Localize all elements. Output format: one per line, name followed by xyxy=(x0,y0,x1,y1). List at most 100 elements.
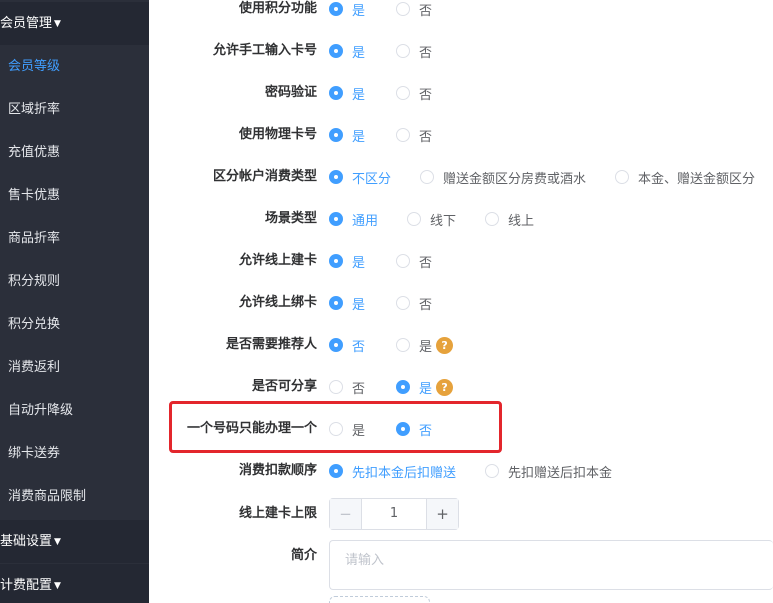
radio-label: 是 xyxy=(352,297,366,313)
radio-no[interactable]: 否 xyxy=(396,126,432,145)
radio-circle xyxy=(396,86,411,100)
radio-gift-room-or-drinks[interactable]: 赠送金额区分房费或酒水 xyxy=(420,168,586,187)
sidebar-item-points-exchange[interactable]: 积分兑换 xyxy=(0,303,149,346)
form-row-manual-card-input: 允许手工输入卡号 是 否 xyxy=(149,30,773,72)
radio-group: 先扣本金后扣赠送 先扣赠送后扣本金 xyxy=(329,450,612,492)
radio-gift-first[interactable]: 先扣赠送后扣本金 xyxy=(485,462,612,481)
radio-circle xyxy=(485,212,500,226)
sidebar-item-consumption-rebate[interactable]: 消费返利 xyxy=(0,346,149,389)
radio-no[interactable]: 否 xyxy=(396,294,432,313)
radio-yes[interactable]: 是 xyxy=(329,84,365,103)
question-mark-icon[interactable]: ? xyxy=(436,336,454,354)
radio-label: 是 xyxy=(352,423,366,439)
radio-no-distinction[interactable]: 不区分 xyxy=(329,168,391,187)
form-label: 密码验证 xyxy=(264,85,317,100)
form-row-scene-type: 场景类型 通用 线下 线上 xyxy=(149,198,773,240)
sidebar-item-area-discount[interactable]: 区域折率 xyxy=(0,88,149,131)
form-row-deduction-order: 消费扣款顺序 先扣本金后扣赠送 先扣赠送后扣本金 xyxy=(149,450,773,492)
sidebar-item-recharge-offer[interactable]: 充值优惠 xyxy=(0,131,149,174)
radio-yes[interactable]: 是 xyxy=(396,378,432,397)
radio-yes[interactable]: 是 xyxy=(329,252,365,271)
radio-no[interactable]: 否 xyxy=(396,420,432,439)
radio-label: 本金、赠送金额区分 xyxy=(638,171,756,187)
decrement-button[interactable]: − xyxy=(330,499,362,529)
radio-no[interactable]: 否 xyxy=(396,252,432,271)
radio-circle xyxy=(329,212,343,226)
radio-yes[interactable]: 是 xyxy=(396,336,432,355)
sidebar-item-product-discount[interactable]: 商品折率 xyxy=(0,217,149,260)
radio-circle xyxy=(329,128,343,142)
radio-group: 是 否 xyxy=(329,72,432,114)
radio-label: 不区分 xyxy=(352,171,392,187)
sidebar-item-auto-level[interactable]: 自动升降级 xyxy=(0,389,149,432)
radio-label: 是 xyxy=(419,381,433,397)
sidebar-item-bind-card-coupon[interactable]: 绑卡送券 xyxy=(0,432,149,475)
member-settings-form: 使用积分功能 是 否 允许手工输入卡号 是 否 密码验证 是 否 使用物理卡号 … xyxy=(149,0,773,603)
radio-label: 否 xyxy=(419,255,433,271)
sidebar-item-member-level[interactable]: 会员等级 xyxy=(0,45,149,88)
radio-circle xyxy=(485,464,500,478)
radio-label: 线上 xyxy=(508,213,535,229)
radio-label: 是 xyxy=(352,3,366,19)
sidebar: 会员管理 ▼ 会员等级 区域折率 充值优惠 售卡优惠 商品折率 积分规则 积分兑换… xyxy=(0,0,149,603)
radio-label: 是 xyxy=(352,87,366,103)
radio-general[interactable]: 通用 xyxy=(329,210,378,229)
radio-yes[interactable]: 是 xyxy=(329,294,365,313)
sidebar-item-label: 消费返利 xyxy=(8,360,61,375)
sidebar-item-label: 商品折率 xyxy=(8,231,61,246)
radio-circle xyxy=(329,2,343,16)
form-row-online-bind-card: 允许线上绑卡 是 否 xyxy=(149,282,773,324)
radio-label: 是 xyxy=(419,339,433,355)
radio-group: 是 否 xyxy=(329,240,432,282)
radio-yes[interactable]: 是 xyxy=(329,0,365,19)
radio-label: 通用 xyxy=(352,213,379,229)
radio-no[interactable]: 否 xyxy=(396,42,432,61)
radio-principal-and-gift[interactable]: 本金、赠送金额区分 xyxy=(615,168,755,187)
stepper-value[interactable]: 1 xyxy=(362,499,426,529)
form-label: 消费扣款顺序 xyxy=(238,463,317,478)
radio-circle xyxy=(396,380,411,394)
radio-circle xyxy=(329,44,343,58)
radio-circle xyxy=(396,2,411,16)
radio-circle xyxy=(329,254,343,268)
radio-yes[interactable]: 是 xyxy=(329,126,365,145)
sidebar-item-label: 消费商品限制 xyxy=(8,489,87,504)
sidebar-item-card-sale-offer[interactable]: 售卡优惠 xyxy=(0,174,149,217)
radio-no[interactable]: 否 xyxy=(396,84,432,103)
sidebar-item-product-limit[interactable]: 消费商品限制 xyxy=(0,475,149,518)
sidebar-item-label: 售卡优惠 xyxy=(8,188,61,203)
increment-button[interactable]: + xyxy=(426,499,458,529)
form-label: 线上建卡上限 xyxy=(238,506,317,521)
radio-online[interactable]: 线上 xyxy=(485,210,534,229)
radio-group: 否 是 ? xyxy=(329,366,454,408)
radio-no[interactable]: 否 xyxy=(329,378,365,397)
question-mark-icon[interactable]: ? xyxy=(436,378,454,396)
form-row-account-type: 区分帐户消费类型 不区分 赠送金额区分房费或酒水 本金、赠送金额区分 xyxy=(149,156,773,198)
sidebar-group-basic-settings[interactable]: 基础设置 ▼ xyxy=(0,520,149,563)
sidebar-group-billing-config[interactable]: 计费配置 ▼ xyxy=(0,564,149,603)
radio-label: 否 xyxy=(419,423,433,439)
radio-label: 是 xyxy=(352,255,366,271)
radio-yes[interactable]: 是 xyxy=(329,42,365,61)
intro-textarea[interactable]: 请输入 xyxy=(329,540,773,590)
sidebar-item-label: 积分兑换 xyxy=(8,317,61,332)
radio-label: 线下 xyxy=(430,213,457,229)
online-card-limit-stepper: − 1 + xyxy=(329,498,459,530)
radio-principal-first[interactable]: 先扣本金后扣赠送 xyxy=(329,462,456,481)
radio-circle xyxy=(329,380,343,394)
form-row-need-referrer: 是否需要推荐人 否 是 ? xyxy=(149,324,773,366)
radio-circle xyxy=(396,254,411,268)
sidebar-item-points-rules[interactable]: 积分规则 xyxy=(0,260,149,303)
sidebar-item-label: 积分规则 xyxy=(8,274,61,289)
radio-no[interactable]: 否 xyxy=(396,0,432,19)
upload-area[interactable] xyxy=(329,596,430,603)
sidebar-item-label: 绑卡送券 xyxy=(8,446,61,461)
radio-no[interactable]: 否 xyxy=(329,336,365,355)
radio-label: 赠送金额区分房费或酒水 xyxy=(443,171,587,187)
radio-yes[interactable]: 是 xyxy=(329,420,365,439)
sidebar-group-member-management[interactable]: 会员管理 ▼ xyxy=(0,2,149,45)
form-label: 简介 xyxy=(290,548,317,563)
radio-offline[interactable]: 线下 xyxy=(407,210,456,229)
radio-group: 不区分 赠送金额区分房费或酒水 本金、赠送金额区分 xyxy=(329,156,755,198)
radio-label: 是 xyxy=(352,45,366,61)
